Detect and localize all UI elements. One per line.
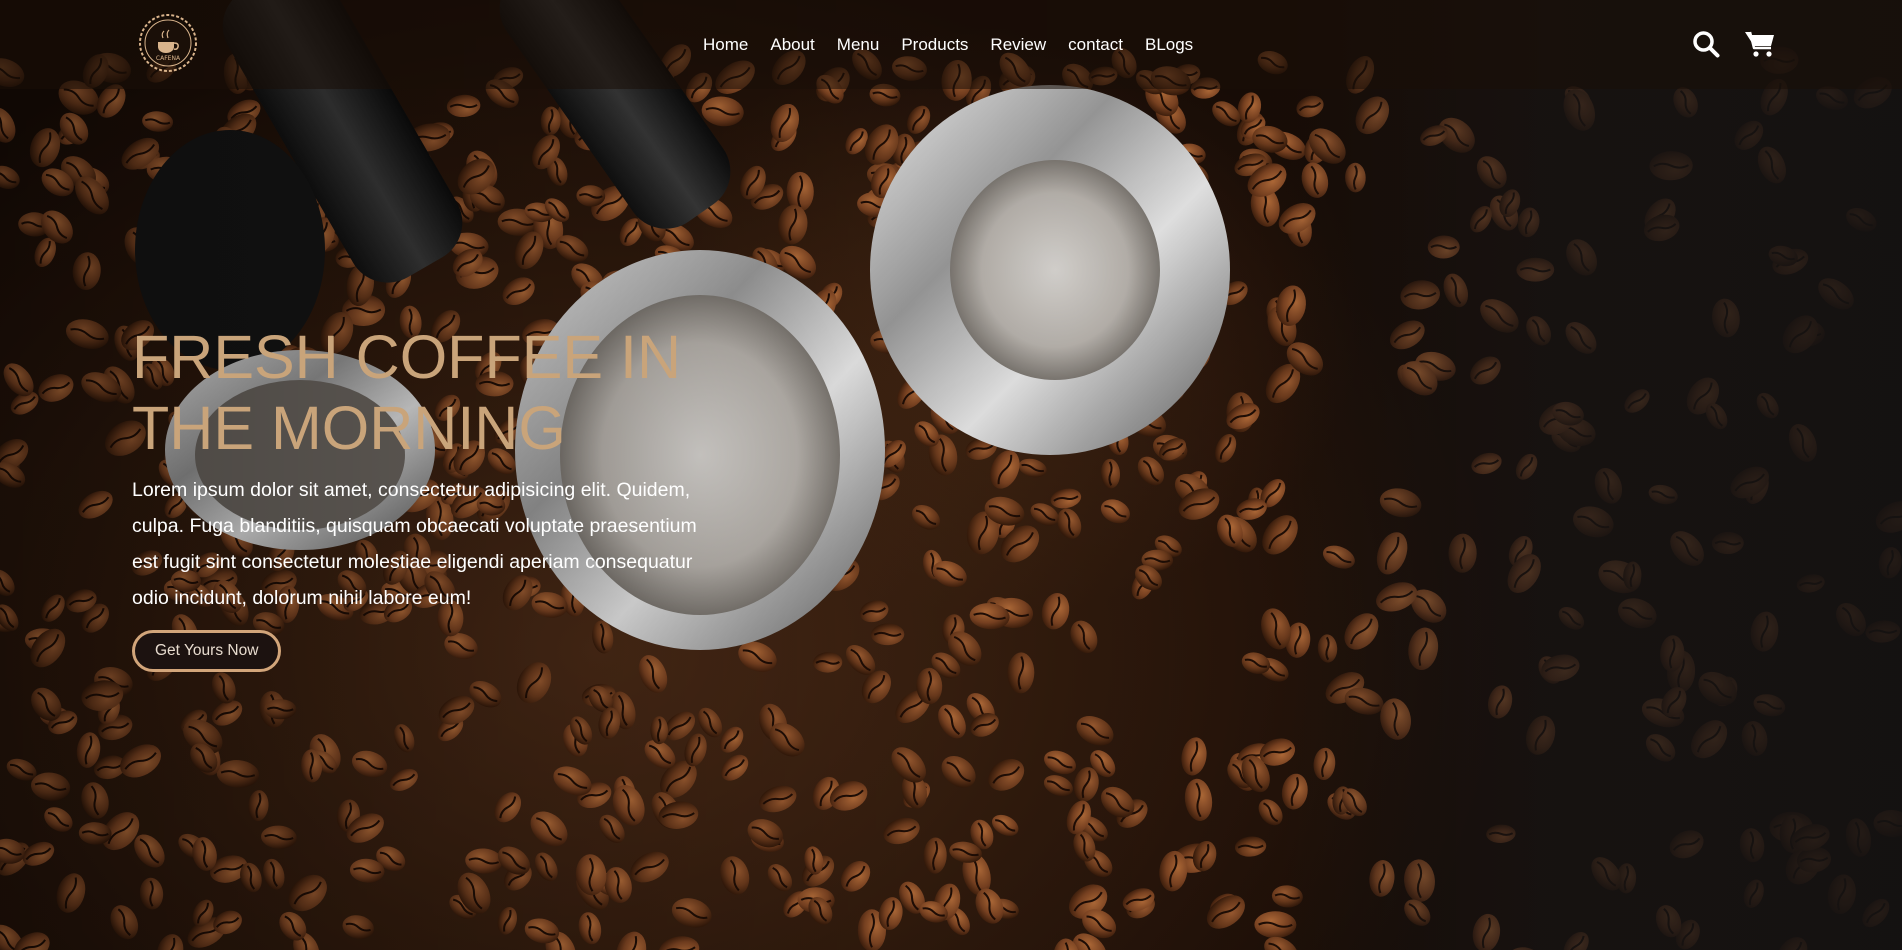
hero-section: FRESH COFFEE IN THE MORNING Lorem ipsum …	[132, 322, 732, 672]
nav-item-menu[interactable]: Menu	[837, 35, 880, 55]
brand-logo[interactable]: CAFENA	[130, 12, 206, 74]
search-button[interactable]	[1690, 28, 1722, 60]
hero-title: FRESH COFFEE IN THE MORNING	[132, 323, 682, 462]
nav-item-products[interactable]: Products	[901, 35, 968, 55]
nav-item-home[interactable]: Home	[703, 35, 748, 55]
search-icon	[1693, 31, 1720, 58]
site-header: CAFENA Home About Menu Products Review c…	[0, 0, 1902, 89]
hero-description: Lorem ipsum dolor sit amet, consectetur …	[132, 479, 697, 609]
nav-item-about[interactable]: About	[770, 35, 814, 55]
get-yours-now-button[interactable]: Get Yours Now	[132, 630, 282, 672]
logo-emblem-icon: CAFENA	[139, 14, 197, 72]
header-actions	[1690, 26, 1776, 62]
nav-item-review[interactable]: Review	[990, 35, 1046, 55]
nav-item-contact[interactable]: contact	[1068, 35, 1123, 55]
svg-text:CAFENA: CAFENA	[156, 55, 181, 62]
cart-icon	[1745, 31, 1774, 57]
cart-button[interactable]	[1744, 28, 1776, 60]
nav-item-blogs[interactable]: BLogs	[1145, 35, 1193, 55]
main-nav: Home About Menu Products Review contact …	[703, 0, 1215, 89]
